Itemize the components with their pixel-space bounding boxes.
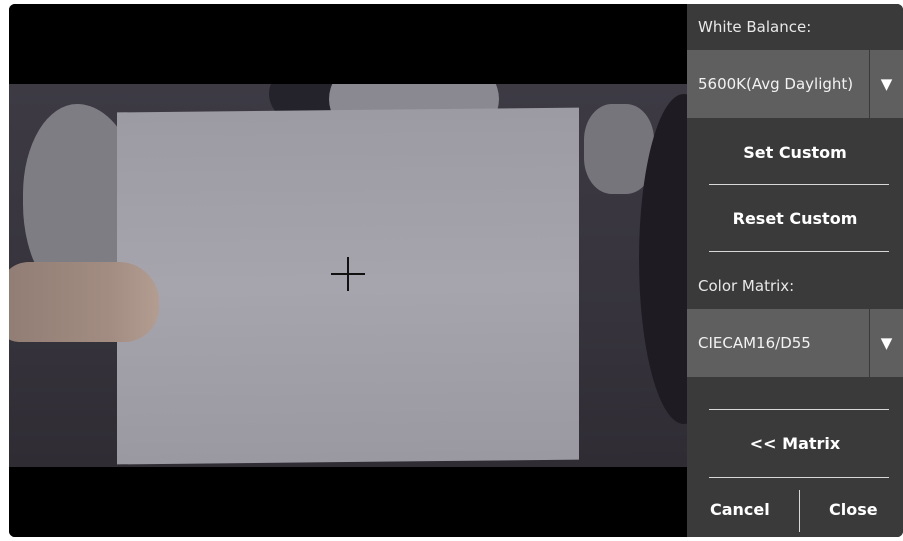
settings-panel: White Balance: 5600K(Avg Daylight) ▼ Set… — [687, 4, 903, 537]
divider — [709, 409, 889, 410]
divider — [709, 251, 889, 252]
reset-custom-button[interactable]: Reset Custom — [687, 209, 903, 228]
color-matrix-label: Color Matrix: — [698, 277, 795, 295]
camera-window: White Balance: 5600K(Avg Daylight) ▼ Set… — [9, 4, 903, 537]
matrix-button[interactable]: << Matrix — [687, 434, 903, 453]
crosshair-icon — [331, 257, 365, 291]
cancel-button[interactable]: Cancel — [710, 500, 770, 519]
divider — [709, 184, 889, 185]
divider — [799, 490, 800, 532]
hand — [9, 262, 159, 342]
divider — [709, 477, 889, 478]
white-balance-value: 5600K(Avg Daylight) — [698, 75, 854, 93]
close-button[interactable]: Close — [829, 500, 878, 519]
camera-viewport — [9, 4, 687, 537]
triangle-down-icon[interactable]: ▼ — [869, 50, 903, 118]
white-balance-label: White Balance: — [698, 18, 812, 36]
color-matrix-value: CIECAM16/D55 — [698, 334, 811, 352]
white-balance-dropdown[interactable]: 5600K(Avg Daylight) ▼ — [687, 50, 903, 118]
color-matrix-dropdown[interactable]: CIECAM16/D55 ▼ — [687, 309, 903, 377]
triangle-down-icon[interactable]: ▼ — [869, 309, 903, 377]
set-custom-button[interactable]: Set Custom — [687, 143, 903, 162]
camera-preview[interactable] — [9, 84, 687, 467]
